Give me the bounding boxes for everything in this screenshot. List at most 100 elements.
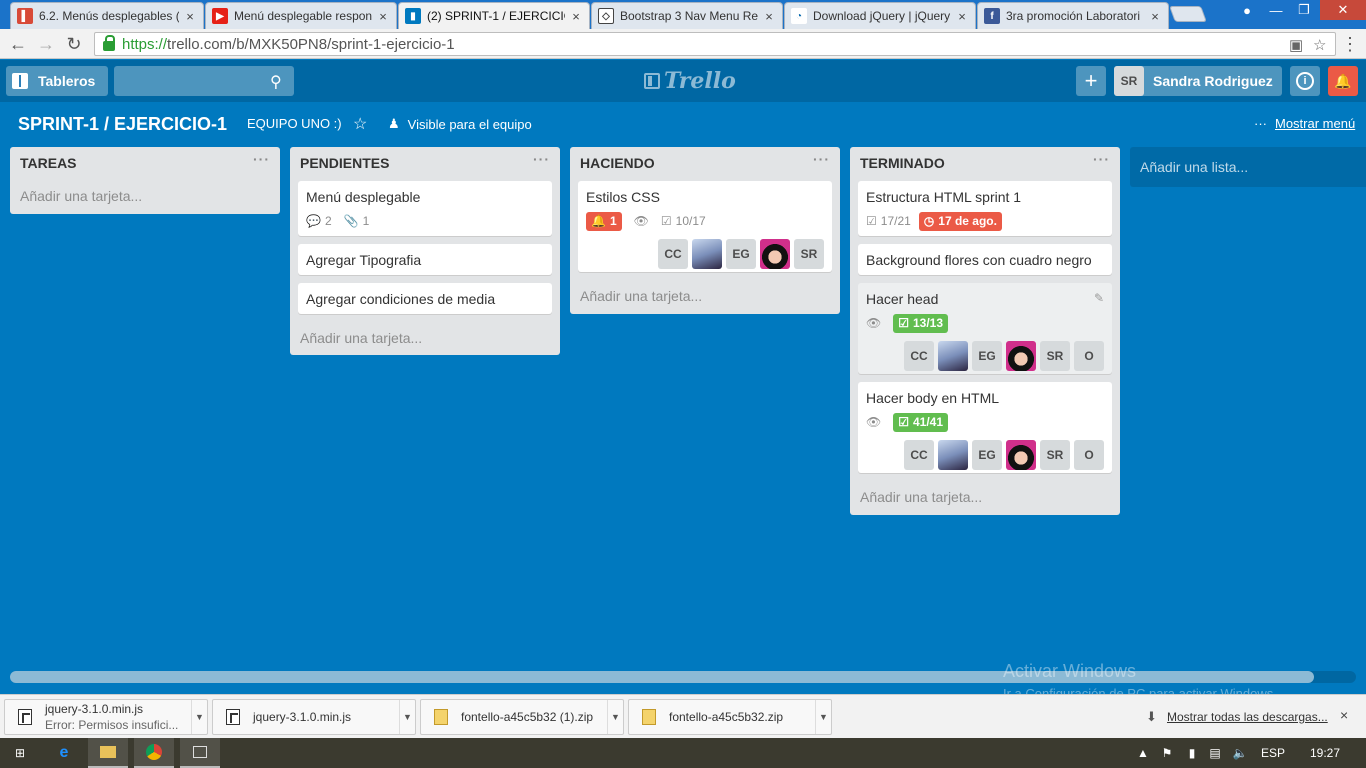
card[interactable]: Estilos CSS 🔔 1 👁 ☑ 10/17 CC EG SR	[578, 181, 832, 272]
close-tab-icon[interactable]: ×	[376, 9, 390, 24]
list-menu-icon[interactable]: ···	[253, 151, 270, 167]
terminal-icon[interactable]	[180, 738, 220, 768]
member-avatar[interactable]	[692, 239, 722, 269]
show-menu-link[interactable]: Mostrar menú	[1275, 116, 1355, 131]
list-menu-icon[interactable]: ···	[813, 151, 830, 167]
member-avatar[interactable]: SR	[1040, 341, 1070, 371]
back-arrow-icon[interactable]: ←	[6, 33, 30, 55]
member-avatar[interactable]	[938, 341, 968, 371]
boards-button[interactable]: Tableros	[6, 66, 108, 96]
address-bar[interactable]: https://trello.com/b/MXK50PN8/sprint-1-e…	[94, 32, 1336, 56]
member-avatar[interactable]	[938, 440, 968, 470]
browser-tab-active[interactable]: ▮ (2) SPRINT-1 / EJERCICIO- ×	[398, 2, 590, 29]
pencil-icon[interactable]: ✎	[1094, 291, 1104, 305]
list-title[interactable]: HACIENDO ···	[570, 147, 840, 181]
user-menu-button[interactable]: SR Sandra Rodriguez	[1114, 66, 1282, 96]
list-title[interactable]: TERMINADO ···	[850, 147, 1120, 181]
card[interactable]: Hacer head ✎ 👁 ☑ 13/13 CC EG SR O	[858, 283, 1112, 374]
close-tab-icon[interactable]: ×	[183, 9, 197, 24]
wifi-icon[interactable]: ▤	[1206, 738, 1224, 768]
add-card-link[interactable]: Añadir una tarjeta...	[290, 322, 560, 356]
volume-icon[interactable]: 🔈	[1232, 738, 1248, 768]
download-item[interactable]: fontello-a45c5b32 (1).zip ▼	[420, 699, 624, 735]
browser-tab[interactable]: ▌ 6.2. Menús desplegables ( ×	[10, 2, 204, 29]
list-menu-icon[interactable]: ···	[533, 151, 550, 167]
card[interactable]: Background flores con cuadro negro	[858, 244, 1112, 275]
member-avatar[interactable]: O	[1074, 341, 1104, 371]
member-avatar[interactable]: O	[1074, 440, 1104, 470]
flag-icon[interactable]: ⚑	[1158, 738, 1176, 768]
file-explorer-icon[interactable]	[88, 738, 128, 768]
trello-logo[interactable]: Trello	[644, 68, 736, 94]
member-avatar[interactable]: EG	[972, 440, 1002, 470]
add-card-link[interactable]: Añadir una tarjeta...	[570, 280, 840, 314]
browser-tab[interactable]: ▶ Menú desplegable respon ×	[205, 2, 397, 29]
member-avatar[interactable]	[760, 239, 790, 269]
browser-tab[interactable]: f 3ra promoción Laboratori ×	[977, 2, 1169, 29]
browser-tab[interactable]: ◔ Download jQuery | jQuery ×	[784, 2, 976, 29]
list-menu-icon[interactable]: ···	[1093, 151, 1110, 167]
notifications-button[interactable]: 🔔	[1328, 66, 1358, 96]
list-title[interactable]: PENDIENTES ···	[290, 147, 560, 181]
close-tab-icon[interactable]: ×	[762, 9, 776, 24]
member-avatar[interactable]: SR	[1040, 440, 1070, 470]
menu-dots-icon[interactable]: ···	[1254, 116, 1267, 131]
card[interactable]: Agregar condiciones de media	[298, 283, 552, 314]
visibility-button[interactable]: ♟ Visible para el equipo	[388, 116, 532, 132]
star-bookmark-icon[interactable]: ☆	[1313, 36, 1326, 54]
member-avatar[interactable]: SR	[794, 239, 824, 269]
add-button[interactable]: +	[1076, 66, 1106, 96]
member-avatar[interactable]	[1006, 440, 1036, 470]
forward-arrow-icon[interactable]: →	[34, 33, 58, 55]
download-item[interactable]: fontello-a45c5b32.zip ▼	[628, 699, 832, 735]
list-title[interactable]: TAREAS ···	[10, 147, 280, 181]
card[interactable]: Hacer body en HTML 👁 ☑ 41/41 CC EG SR O	[858, 382, 1112, 473]
member-avatar[interactable]	[1006, 341, 1036, 371]
add-card-link[interactable]: Añadir una tarjeta...	[10, 181, 280, 214]
team-button[interactable]: EQUIPO UNO :)	[247, 116, 342, 131]
download-item[interactable]: jquery-3.1.0.min.js Error: Permisos insuf…	[4, 699, 208, 735]
minimize-icon[interactable]: —	[1262, 0, 1290, 20]
close-window-icon[interactable]: ✕	[1320, 0, 1366, 20]
search-icon[interactable]: ⚲	[270, 72, 282, 92]
close-tab-icon[interactable]: ×	[955, 9, 969, 24]
card[interactable]: Estructura HTML sprint 1 ☑ 17/21 ◷ 17 de a…	[858, 181, 1112, 236]
add-list-button[interactable]: Añadir una lista...	[1130, 147, 1366, 187]
chevron-up-icon[interactable]: ▲	[1136, 738, 1150, 768]
info-button[interactable]: i	[1290, 66, 1320, 96]
card[interactable]: Menú desplegable 💬 2 📎 1	[298, 181, 552, 236]
member-avatar[interactable]: CC	[658, 239, 688, 269]
search-input[interactable]	[114, 66, 294, 96]
battery-icon[interactable]: ▮	[1184, 738, 1200, 768]
close-icon[interactable]: ×	[1340, 707, 1348, 723]
chrome-menu-icon[interactable]: ⋮	[1338, 33, 1362, 55]
member-avatar[interactable]: CC	[904, 440, 934, 470]
chevron-down-icon[interactable]: ▼	[607, 700, 623, 734]
star-icon[interactable]: ☆	[353, 114, 367, 134]
member-avatar[interactable]: EG	[972, 341, 1002, 371]
restore-icon[interactable]: ❐	[1290, 0, 1318, 20]
chrome-icon[interactable]	[134, 738, 174, 768]
card[interactable]: Agregar Tipografia	[298, 244, 552, 275]
translate-icon[interactable]: ▣	[1289, 36, 1303, 54]
chevron-down-icon[interactable]: ▼	[399, 700, 415, 734]
new-tab-button[interactable]	[1169, 6, 1207, 22]
horizontal-scrollbar[interactable]	[10, 671, 1356, 683]
chevron-down-icon[interactable]: ▼	[815, 700, 831, 734]
clock[interactable]: 19:27	[1300, 738, 1350, 768]
browser-tab[interactable]: ◇ Bootstrap 3 Nav Menu Re ×	[591, 2, 783, 29]
add-card-link[interactable]: Añadir una tarjeta...	[850, 481, 1120, 515]
member-avatar[interactable]: EG	[726, 239, 756, 269]
board-title[interactable]: SPRINT-1 / EJERCICIO-1	[18, 114, 227, 135]
reload-icon[interactable]: ↻	[62, 33, 86, 55]
windows-start-icon[interactable]: ⊞	[0, 738, 40, 768]
download-item[interactable]: jquery-3.1.0.min.js ▼	[212, 699, 416, 735]
close-tab-icon[interactable]: ×	[1148, 9, 1162, 24]
user-profile-icon[interactable]: ●	[1233, 0, 1261, 20]
show-all-downloads-link[interactable]: Mostrar todas las descargas...	[1167, 710, 1328, 724]
close-tab-icon[interactable]: ×	[569, 9, 583, 24]
internet-explorer-icon[interactable]: e	[44, 738, 84, 768]
chevron-down-icon[interactable]: ▼	[191, 700, 207, 734]
member-avatar[interactable]: CC	[904, 341, 934, 371]
language-indicator[interactable]: ESP	[1256, 738, 1290, 768]
